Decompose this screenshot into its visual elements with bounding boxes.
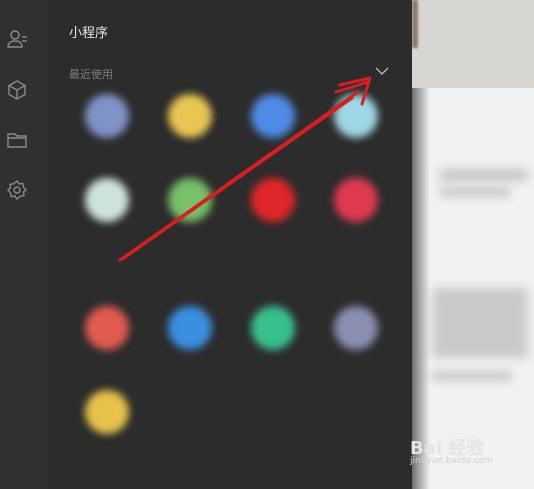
recent-section-label: 最近使用 [69, 68, 113, 81]
mini-program-icon [334, 178, 378, 222]
mini-program-item[interactable] [72, 178, 142, 258]
watermark-url: jingyan.baidu.com [410, 456, 494, 466]
background-top [412, 0, 534, 88]
mini-program-item[interactable] [155, 306, 225, 386]
mini-program-icon [85, 306, 129, 350]
mini-program-icon [168, 306, 212, 350]
mini-program-icon [334, 94, 378, 138]
mini-program-item[interactable] [155, 94, 225, 174]
panel-shadow [412, 88, 430, 489]
mini-programs-panel: 小程序 最近使用 [47, 0, 412, 489]
mini-program-item[interactable] [238, 306, 308, 386]
mini-program-item[interactable] [238, 178, 308, 258]
panel-title: 小程序 [69, 26, 109, 41]
chevron-down-icon[interactable] [374, 64, 390, 78]
mini-program-icon [251, 178, 295, 222]
contacts-icon[interactable] [6, 28, 28, 50]
mini-program-icon [168, 178, 212, 222]
mini-program-icon [251, 306, 295, 350]
mini-program-icon [85, 390, 129, 434]
folder-icon[interactable] [6, 129, 28, 151]
mini-program-icon [251, 94, 295, 138]
mini-program-item[interactable] [321, 178, 391, 258]
mini-program-icon [85, 178, 129, 222]
mini-program-item[interactable] [238, 94, 308, 174]
background-content [412, 88, 534, 489]
background-strip [412, 0, 418, 48]
mini-program-item[interactable] [72, 94, 142, 174]
mini-program-item[interactable] [72, 306, 142, 386]
mini-program-icon [168, 94, 212, 138]
mini-program-icon [85, 94, 129, 138]
mini-program-icon [334, 306, 378, 350]
gear-icon[interactable] [6, 179, 28, 201]
background-window [412, 0, 534, 489]
icon-rail [0, 0, 47, 489]
mini-program-item[interactable] [155, 178, 225, 258]
mini-program-item[interactable] [321, 94, 391, 174]
mini-program-item[interactable] [321, 306, 391, 386]
watermark: Bai 经验 jingyan.baidu.com [408, 432, 534, 472]
cube-icon[interactable] [6, 79, 28, 101]
mini-program-item[interactable] [72, 390, 142, 470]
